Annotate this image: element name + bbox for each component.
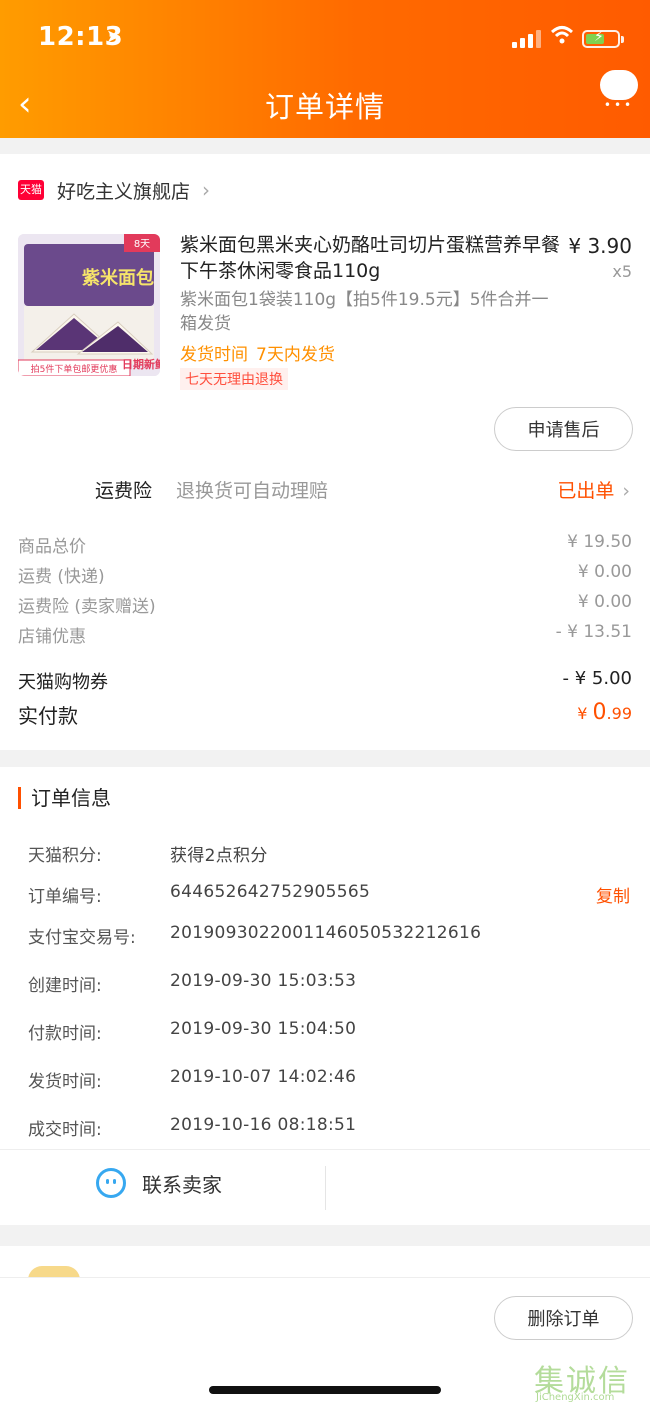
info-row: 订单编号: 644652642752905565 xyxy=(28,882,632,907)
chat-face-icon xyxy=(96,1168,126,1198)
page-title: 订单详情 xyxy=(264,90,385,124)
order-item-card: 天猫 好吃主义旗舰店 › 8天 紫米面包 拍5件下单包邮更优惠 日期新鲜 紫米面… xyxy=(0,154,650,750)
product-title[interactable]: 紫米面包黑米夹心奶酪吐司切片蛋糕营养早餐下午茶休闲零食品110g xyxy=(180,232,560,284)
price-label: 商品总价 xyxy=(18,537,86,557)
info-key: 订单编号: xyxy=(28,887,102,907)
price-value: ¥ 0.00 xyxy=(577,562,632,582)
wifi-icon xyxy=(550,26,574,44)
info-value: 2019-09-30 15:03:53 xyxy=(170,971,357,991)
insurance-status-text: 已出单 xyxy=(557,480,615,502)
product-fresh-text: 日期新鲜 xyxy=(122,357,160,371)
info-value: 2019-10-16 08:18:51 xyxy=(170,1115,357,1135)
info-row: 成交时间: 2019-10-16 08:18:51 xyxy=(28,1115,632,1140)
coupon-label: 天猫购物券 xyxy=(18,672,108,693)
chat-more-icon[interactable]: ••• xyxy=(598,68,638,112)
paid-dec: .99 xyxy=(606,704,632,723)
tmall-icon: 天猫 xyxy=(18,180,44,200)
info-key: 支付宝交易号: xyxy=(28,928,136,948)
after-sale-button[interactable]: 申请售后 xyxy=(494,407,633,451)
contact-bar: 联系卖家 xyxy=(0,1149,650,1225)
paid-currency: ¥ xyxy=(577,704,593,723)
coupon-row: 天猫购物券 - ¥ 5.00 xyxy=(18,668,632,694)
price-row: 商品总价 ¥ 19.50 xyxy=(18,532,632,557)
price-value: - ¥ 13.51 xyxy=(555,622,632,642)
price-row: 店铺优惠 - ¥ 13.51 xyxy=(18,622,632,647)
paid-row: 实付款 ¥ 0.99 xyxy=(18,700,632,729)
info-row: 天猫积分: 获得2点积分 xyxy=(28,841,632,866)
info-key: 付款时间: xyxy=(28,1024,102,1044)
paid-value: ¥ 0.99 xyxy=(577,700,632,729)
price-row: 运费 (快递) ¥ 0.00 xyxy=(18,562,632,587)
info-row: 发货时间: 2019-10-07 14:02:46 xyxy=(28,1067,632,1092)
shipping-insurance-label: 运费险 xyxy=(95,480,153,502)
info-value: 2019093022001146050532212616 xyxy=(170,923,482,943)
product-quantity: x5 xyxy=(612,262,632,281)
paid-int: 0 xyxy=(592,700,607,725)
info-key: 创建时间: xyxy=(28,976,102,996)
watermark-en: JiChengXin.com xyxy=(536,1392,615,1403)
order-number: 644652642752905565 xyxy=(170,882,371,902)
price-value: ¥ 19.50 xyxy=(567,532,632,552)
order-info-card: 订单信息 天猫积分: 获得2点积分 订单编号: 644652642752905565… xyxy=(0,767,650,1225)
watermark-logo: 集诚信 JiChengXin.com xyxy=(534,1356,650,1406)
price-label: 运费险 (卖家赠送) xyxy=(18,597,156,617)
return-policy-tag: 七天无理由退换 xyxy=(180,368,288,390)
price-value: ¥ 0.00 xyxy=(577,592,632,612)
location-icon: ➤ xyxy=(106,26,122,47)
price-row: 运费险 (卖家赠送) ¥ 0.00 xyxy=(18,592,632,617)
ship-time-value: 7天内发货 xyxy=(256,345,335,365)
price-label: 店铺优惠 xyxy=(18,627,86,647)
info-key: 成交时间: xyxy=(28,1120,102,1140)
shop-name[interactable]: 好吃主义旗舰店 xyxy=(57,177,190,204)
info-row: 支付宝交易号: 2019093022001146050532212616 xyxy=(28,923,632,948)
ship-time: 发货时间 7天内发货 xyxy=(180,340,335,365)
product-image[interactable]: 8天 紫米面包 拍5件下单包邮更优惠 日期新鲜 xyxy=(18,234,160,376)
contact-seller-button[interactable]: 联系卖家 xyxy=(96,1168,222,1198)
info-key: 发货时间: xyxy=(28,1072,102,1092)
info-key: 天猫积分: xyxy=(28,846,102,866)
price-label: 运费 (快递) xyxy=(18,567,105,587)
product-banner-text: 拍5件下单包邮更优惠 xyxy=(31,363,118,375)
chevron-right-icon: › xyxy=(622,480,630,502)
home-indicator[interactable] xyxy=(209,1386,441,1394)
info-row: 创建时间: 2019-09-30 15:03:53 xyxy=(28,971,632,996)
info-value: 获得2点积分 xyxy=(170,846,268,866)
divider xyxy=(325,1166,326,1210)
info-value: 2019-09-30 15:04:50 xyxy=(170,1019,357,1039)
shipping-insurance-desc: 退换货可自动理赔 xyxy=(176,480,329,502)
ship-time-label: 发货时间 xyxy=(180,345,248,365)
status-bar: 12:13 ➤ ⚡ xyxy=(0,0,650,76)
shop-header[interactable]: 天猫 好吃主义旗舰店 › xyxy=(18,176,210,204)
coupon-value: - ¥ 5.00 xyxy=(562,668,632,689)
product-badge-text: 8天 xyxy=(134,239,150,250)
battery-icon: ⚡ xyxy=(582,29,624,48)
header: 12:13 ➤ ⚡ ‹ 订单详情 ••• xyxy=(0,0,650,138)
contact-seller-label: 联系卖家 xyxy=(142,1172,222,1197)
product-price: ¥ 3.90 xyxy=(568,234,632,258)
product-brand-text: 紫米面包 xyxy=(82,267,154,289)
product-sku: 紫米面包1袋装110g【拍5件19.5元】5件合并一箱发货 xyxy=(180,290,549,334)
info-value: 2019-10-07 14:02:46 xyxy=(170,1067,357,1087)
info-row: 付款时间: 2019-09-30 15:04:50 xyxy=(28,1019,632,1044)
delete-order-button[interactable]: 删除订单 xyxy=(494,1296,633,1340)
copy-button[interactable]: 复制 xyxy=(596,882,630,907)
shipping-insurance-status[interactable]: 已出单 › xyxy=(557,476,630,503)
paid-label: 实付款 xyxy=(18,704,78,728)
chevron-right-icon: › xyxy=(202,178,211,202)
signal-icon xyxy=(512,30,542,48)
order-info-title: 订单信息 xyxy=(18,787,111,809)
